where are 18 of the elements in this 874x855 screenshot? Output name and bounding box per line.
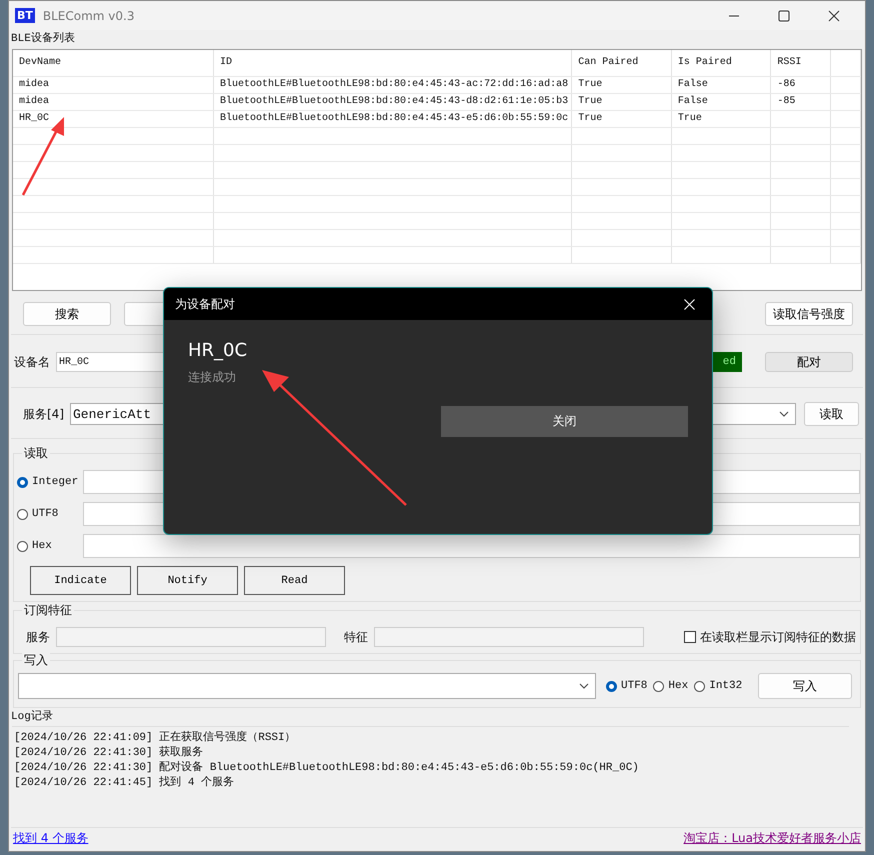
group-title: 写入 [22, 652, 50, 669]
group-title: 读取 [22, 445, 50, 462]
service-label: 服务 [26, 628, 50, 646]
app-logo-icon: BT [15, 8, 35, 23]
group-title: 订阅特征 [22, 602, 74, 619]
log-line: [2024/10/26 22:41:30] 获取服务 [14, 746, 204, 761]
device-name: HR_0C [188, 340, 248, 361]
status-message: 连接成功 [188, 369, 236, 386]
service-label: 服务[4] [23, 406, 64, 422]
section-label: Log记录 [11, 710, 53, 724]
window-title: BLEComm v0.3 [42, 8, 134, 22]
log-line: [2024/10/26 22:41:30] 配对设备 BluetoothLE#BluetoothLE98:bd:80:e4:45:43-e5:d6:0b:55:59:0c(HR_0C) [14, 761, 639, 776]
device-name-label: 设备名 [14, 354, 50, 370]
dialog-title: 为设备配对 [175, 296, 235, 312]
feature-label: 特征 [344, 628, 368, 646]
log-line: [2024/10/26 22:41:09] 正在获取信号强度（RSSI） [14, 731, 296, 746]
section-label: BLE设备列表 [11, 32, 75, 46]
log-line: [2024/10/26 22:41:45] 找到 4 个服务 [14, 776, 234, 791]
